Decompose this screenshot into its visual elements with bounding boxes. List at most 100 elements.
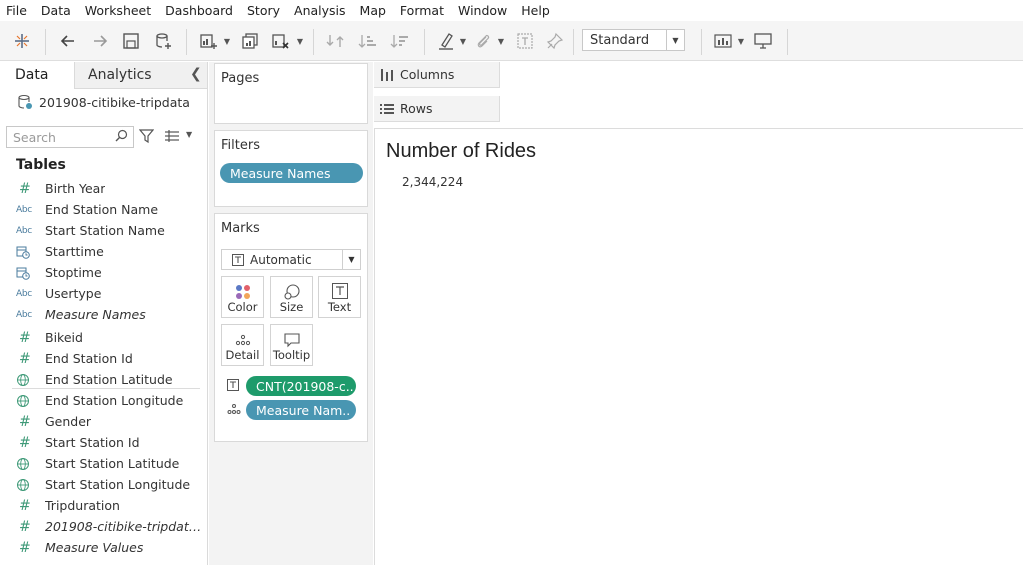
datasource-icon bbox=[18, 94, 32, 109]
text-button[interactable]: Text bbox=[318, 276, 361, 318]
color-icon bbox=[222, 283, 263, 301]
data-pane-tabs: Data Analytics ❮ bbox=[0, 62, 207, 89]
sort-ascending-icon[interactable] bbox=[356, 29, 380, 53]
show-me-dropdown[interactable]: ▼ bbox=[736, 29, 746, 53]
mark-type-select[interactable]: Automatic ▼ bbox=[221, 249, 361, 270]
chevron-down-icon[interactable]: ▼ bbox=[342, 250, 360, 269]
show-me-icon[interactable] bbox=[711, 29, 735, 53]
datasource-item[interactable]: 201908-citibike-tripdata bbox=[17, 94, 190, 110]
menu-data[interactable]: Data bbox=[41, 3, 71, 18]
field-item[interactable]: Start Station Longitude bbox=[16, 474, 206, 495]
detail-button[interactable]: Detail bbox=[221, 324, 264, 366]
mark-pill-measure-names[interactable]: Measure Nam.. bbox=[246, 400, 356, 420]
menu-dashboard[interactable]: Dashboard bbox=[165, 3, 233, 18]
clear-sheet-icon[interactable] bbox=[268, 29, 292, 53]
field-item[interactable]: Abc Measure Names bbox=[16, 304, 206, 325]
menu-format[interactable]: Format bbox=[400, 3, 444, 18]
filter-pill-measure-names[interactable]: Measure Names bbox=[220, 163, 363, 183]
globe-icon bbox=[16, 394, 38, 408]
view-value[interactable]: 2,344,224 bbox=[402, 175, 463, 189]
clear-sheet-dropdown[interactable]: ▼ bbox=[295, 29, 305, 53]
menu-window[interactable]: Window bbox=[458, 3, 507, 18]
toolbar: ▼ ▼ ▼ ▼ ▼ bbox=[0, 21, 1023, 61]
text-label-icon[interactable] bbox=[513, 29, 537, 53]
field-item[interactable]: Abc End Station Name bbox=[16, 199, 206, 220]
paperclip-dropdown[interactable]: ▼ bbox=[496, 29, 506, 53]
rows-drop-zone[interactable] bbox=[499, 96, 1023, 122]
menu-help[interactable]: Help bbox=[521, 3, 550, 18]
field-item[interactable]: Starttime bbox=[16, 241, 206, 262]
field-item[interactable]: Stoptime bbox=[16, 262, 206, 283]
menu-analysis[interactable]: Analysis bbox=[294, 3, 346, 18]
field-name: Start Station Latitude bbox=[45, 456, 180, 471]
view-area: Columns Rows Number of Rides 2,344,224 bbox=[374, 62, 1023, 565]
menu-worksheet[interactable]: Worksheet bbox=[85, 3, 151, 18]
columns-shelf: Columns bbox=[374, 62, 1023, 88]
undo-icon[interactable] bbox=[56, 29, 80, 53]
field-item[interactable]: # Birth Year bbox=[16, 178, 206, 199]
field-item[interactable]: End Station Longitude bbox=[16, 390, 206, 411]
filters-card[interactable]: Filters Measure Names bbox=[214, 130, 368, 207]
sort-descending-icon[interactable] bbox=[388, 29, 412, 53]
field-item[interactable]: Abc Usertype bbox=[16, 283, 206, 304]
field-item[interactable]: # Start Station Id bbox=[16, 432, 206, 453]
field-item[interactable]: #201908-citibike-tripdata.c... bbox=[16, 516, 206, 537]
swap-icon[interactable] bbox=[323, 29, 347, 53]
field-item[interactable]: Start Station Latitude bbox=[16, 453, 206, 474]
highlight-icon[interactable] bbox=[434, 29, 458, 53]
field-item[interactable]: # Measure Values bbox=[16, 537, 206, 558]
highlight-dropdown[interactable]: ▼ bbox=[458, 29, 468, 53]
new-worksheet-icon[interactable] bbox=[196, 29, 220, 53]
duplicate-sheet-icon[interactable] bbox=[238, 29, 262, 53]
detail-mark-icon bbox=[227, 403, 241, 418]
text-label: Text bbox=[327, 300, 352, 314]
datetime-type-icon bbox=[16, 266, 38, 280]
field-name: Gender bbox=[45, 414, 92, 429]
paperclip-icon[interactable] bbox=[471, 29, 495, 53]
new-datasource-icon[interactable] bbox=[151, 29, 175, 53]
field-item[interactable]: # Gender bbox=[16, 411, 206, 432]
size-icon bbox=[271, 283, 312, 301]
color-button[interactable]: Color bbox=[221, 276, 264, 318]
save-icon[interactable] bbox=[119, 29, 143, 53]
redo-icon[interactable] bbox=[88, 29, 112, 53]
list-view-icon[interactable] bbox=[165, 130, 179, 145]
field-item[interactable]: # Tripduration bbox=[16, 495, 206, 516]
string-type-icon: Abc bbox=[16, 309, 32, 320]
view-options-dropdown[interactable]: ▼ bbox=[186, 130, 192, 139]
rows-shelf: Rows bbox=[374, 96, 1023, 122]
filters-title: Filters bbox=[221, 138, 260, 153]
size-button[interactable]: Size bbox=[270, 276, 313, 318]
field-name: End Station Longitude bbox=[45, 393, 184, 408]
field-item[interactable]: # Bikeid bbox=[16, 327, 206, 348]
pages-card[interactable]: Pages bbox=[214, 63, 368, 124]
collapse-pane-icon[interactable]: ❮ bbox=[190, 66, 202, 82]
pin-icon[interactable] bbox=[543, 29, 567, 53]
search-icon[interactable] bbox=[115, 129, 128, 145]
view-mode-select[interactable]: Standard ▼ bbox=[582, 29, 685, 51]
field-item[interactable]: Abc Start Station Name bbox=[16, 220, 206, 241]
new-worksheet-dropdown[interactable]: ▼ bbox=[222, 29, 232, 53]
size-label: Size bbox=[279, 300, 304, 314]
presentation-icon[interactable] bbox=[751, 29, 775, 53]
field-item[interactable]: End Station Latitude bbox=[16, 369, 206, 390]
columns-drop-zone[interactable] bbox=[499, 62, 1023, 88]
field-name: End Station Id bbox=[45, 351, 133, 366]
menu-map[interactable]: Map bbox=[360, 3, 386, 18]
chevron-down-icon[interactable]: ▼ bbox=[666, 30, 684, 50]
view-title[interactable]: Number of Rides bbox=[386, 140, 536, 163]
menu-file[interactable]: File bbox=[6, 3, 27, 18]
mark-pill-count[interactable]: CNT(201908-c.. bbox=[246, 376, 356, 396]
number-type-icon: # bbox=[19, 539, 31, 556]
filter-icon[interactable] bbox=[138, 129, 155, 147]
field-item[interactable]: # End Station Id bbox=[16, 348, 206, 369]
worksheet-canvas[interactable]: Number of Rides 2,344,224 bbox=[374, 128, 1023, 565]
field-name: Birth Year bbox=[45, 181, 106, 196]
tab-data[interactable]: Data bbox=[0, 62, 75, 89]
tab-analytics[interactable]: Analytics bbox=[88, 67, 152, 83]
search-input[interactable]: Search bbox=[6, 126, 134, 148]
tableau-logo-icon[interactable] bbox=[10, 29, 34, 53]
tooltip-button[interactable]: Tooltip bbox=[270, 324, 313, 366]
datetime-type-icon bbox=[16, 245, 38, 259]
menu-story[interactable]: Story bbox=[247, 3, 280, 18]
